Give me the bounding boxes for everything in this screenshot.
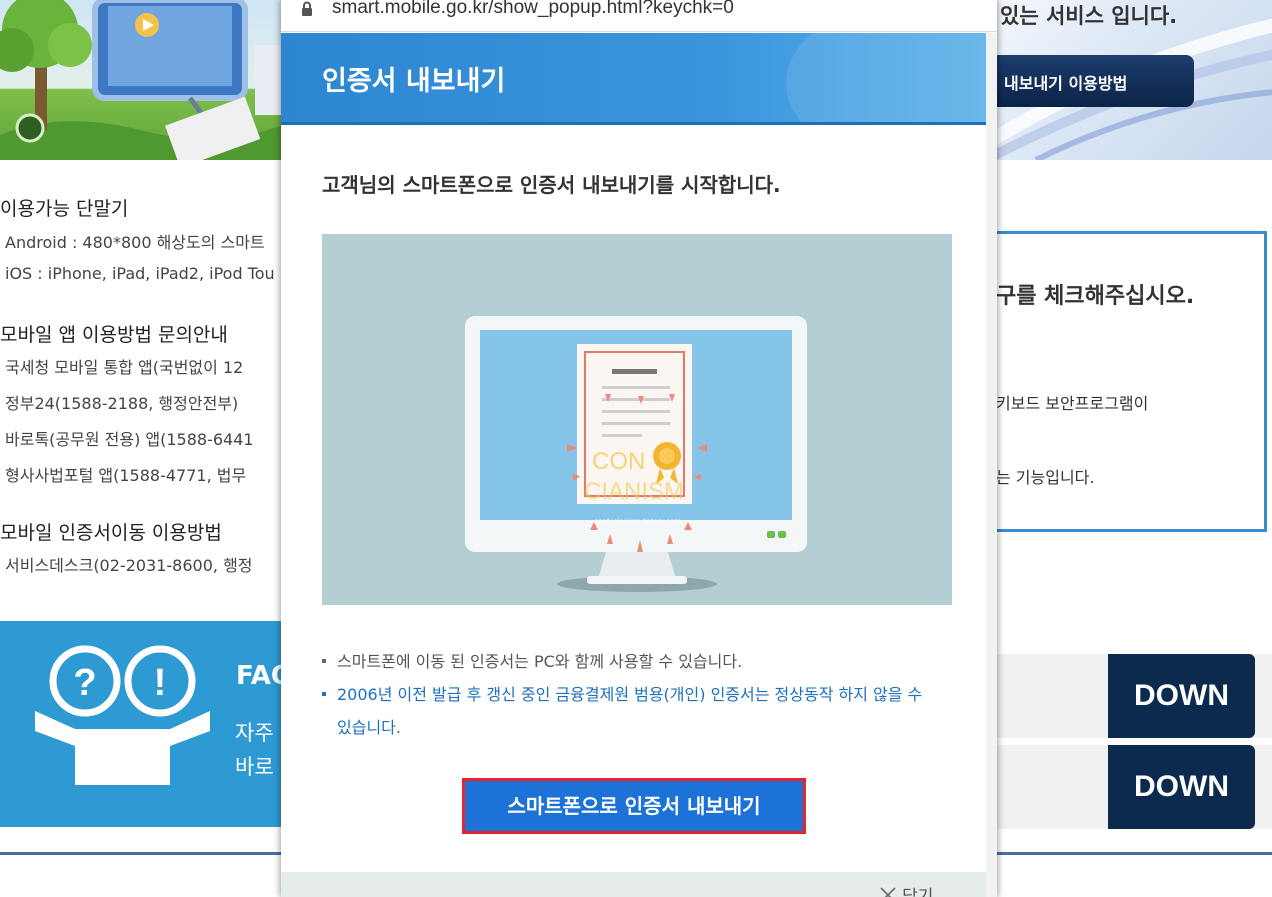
close-button[interactable]: 닫기 <box>879 882 933 897</box>
info-devices-line: iOS : iPhone, iPad, iPad2, iPod Tou <box>5 264 275 283</box>
notice-text: 2006년 이전 발급 후 갱신 중인 금융결제원 범용(개인) 인증서는 정상… <box>337 685 923 737</box>
url-text[interactable]: smart.mobile.go.kr/show_popup.html?keych… <box>332 0 734 19</box>
svg-text:!: ! <box>154 662 167 704</box>
notice-item: 2006년 이전 발급 후 갱신 중인 금융결제원 범용(개인) 인증서는 정상… <box>322 678 942 744</box>
faq-box-icon: ? ! <box>35 645 210 785</box>
info-devices-line: Android : 480*800 해상도의 스마트 <box>5 233 265 252</box>
lock-icon <box>302 1 312 16</box>
close-icon <box>880 886 896 897</box>
faq-banner[interactable]: ? ! FAQ 자주 바로 <box>0 621 282 827</box>
notice-list: 스마트폰에 이동 된 인증서는 PC와 함께 사용할 수 있습니다. 2006년… <box>322 645 942 744</box>
popup-header: 인증서 내보내기 <box>281 33 986 122</box>
check-notice-line: 는 기능입니다. <box>996 468 1095 487</box>
check-notice-line: 키보드 보안프로그램이 <box>996 394 1149 413</box>
info-app-inquiry-line: 정부24(1588-2188, 행정안전부) <box>5 394 239 413</box>
down-button[interactable]: DOWN <box>1108 654 1255 738</box>
popup-title: 인증서 내보내기 <box>322 66 506 97</box>
info-cert-move-heading: 모바일 인증서이동 이용방법 <box>0 522 222 544</box>
popup-footer: 닫기 <box>281 872 986 897</box>
certificate-export-illustration: CON CIANISM confucianism.tistory.com <box>322 234 952 605</box>
faq-subtitle: 바로 <box>235 755 274 779</box>
check-notice-heading: 구를 체크해주십시오. <box>996 284 1195 309</box>
watermark-url: confucianism.tistory.com <box>594 517 681 526</box>
popup-scrollbar[interactable] <box>986 33 997 897</box>
notice-item: 스마트폰에 이동 된 인증서는 PC와 함께 사용할 수 있습니다. <box>322 645 942 678</box>
info-cert-move-line: 서비스데스크(02-2031-8600, 행정 <box>5 556 253 575</box>
export-to-smartphone-button[interactable]: 스마트폰으로 인증서 내보내기 <box>462 778 806 834</box>
info-app-inquiry-line: 국세청 모바일 통합 앱(국번없이 12 <box>5 358 244 377</box>
export-usage-guide-button[interactable]: 내보내기 이용방법 <box>996 55 1194 107</box>
check-notice-box: 구를 체크해주십시오. 키보드 보안프로그램이 는 기능입니다. <box>996 231 1267 532</box>
popup-window: smart.mobile.go.kr/show_popup.html?keych… <box>281 0 997 897</box>
faq-title: FAQ <box>236 661 282 691</box>
info-app-inquiry-line: 형사사법포털 앱(1588-4771, 법무 <box>5 466 247 485</box>
info-app-inquiry-line: 바로톡(공무원 전용) 앱(1588-6441 <box>5 430 254 449</box>
info-devices-heading: 이용가능 단말기 <box>0 198 129 220</box>
down-button[interactable]: DOWN <box>1108 745 1255 829</box>
address-bar[interactable]: smart.mobile.go.kr/show_popup.html?keych… <box>281 0 997 32</box>
hero-tagline: 있는 서비스 입니다. <box>1000 4 1178 28</box>
popup-lead-text: 고객님의 스마트폰으로 인증서 내보내기를 시작합니다. <box>322 173 781 197</box>
watermark-text: CON <box>592 448 645 475</box>
hero-illustration-left <box>0 0 282 160</box>
notice-text: 스마트폰에 이동 된 인증서는 PC와 함께 사용할 수 있습니다. <box>337 652 743 671</box>
faq-subtitle: 자주 <box>235 721 274 745</box>
bullet-icon <box>322 659 326 663</box>
header-divider <box>281 122 986 125</box>
info-app-inquiry-heading: 모바일 앱 이용방법 문의안내 <box>0 324 228 346</box>
svg-text:?: ? <box>73 662 96 704</box>
close-label: 닫기 <box>902 887 934 897</box>
bullet-icon <box>322 692 326 696</box>
watermark-text: CIANISM <box>584 478 684 505</box>
